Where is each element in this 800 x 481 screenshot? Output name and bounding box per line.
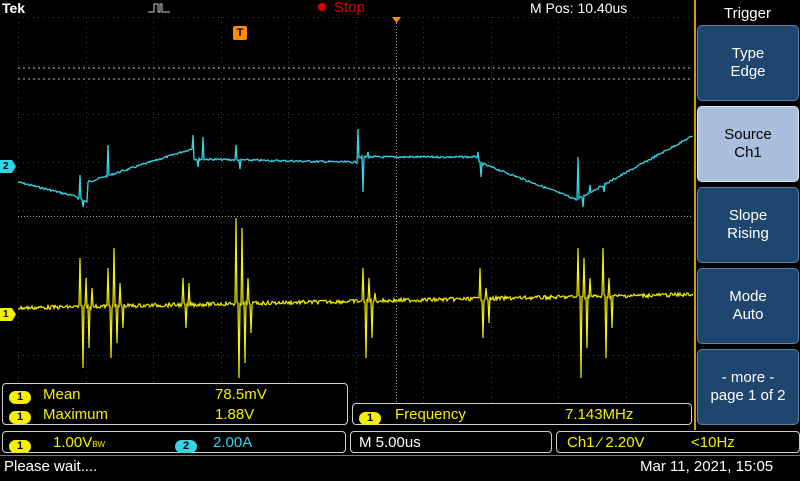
frequency-value: 7.143MHz [565,406,634,423]
ch2-badge: 2 [175,440,197,453]
trigger-readout-panel[interactable]: Ch1 ⁄ 2.20V <10Hz [556,431,800,453]
button-label: Slope [728,207,768,224]
button-value: Ch1 [734,144,762,161]
bandwidth-limit: BW [92,440,106,449]
frequency-label: Frequency [395,406,466,423]
maximum-label: Maximum [43,406,109,423]
trigger-slope-button[interactable]: Slope Rising [697,187,799,263]
button-label: - more - [721,369,775,386]
trigger-frequency: <10Hz [691,434,735,451]
ch1-badge: 1 [359,412,381,425]
brand-logo: Tek [2,0,26,16]
ch1-badge: 1 [9,440,31,453]
maximum-value: 1.88V [215,406,255,423]
measurement-row-mean: 1 [9,387,31,405]
timebase-panel[interactable]: M 5.00us [350,431,552,453]
ch2-level-marker[interactable]: 2 [0,160,16,173]
trigger-type-button[interactable]: Type Edge [697,25,799,101]
button-label: Mode [729,288,767,305]
button-value: page 1 of 2 [710,387,786,404]
date-time: Mar 11, 2021, 15:05 [640,458,774,475]
waveform-display[interactable] [18,17,693,403]
button-value: Edge [730,63,766,80]
trigger-source-button[interactable]: Source Ch1 [697,106,799,182]
trigger-level: Ch1 ⁄ 2.20V [567,434,645,451]
button-value: Auto [732,306,764,323]
ch1-badge: 1 [9,391,31,404]
status-message: Please wait.... [4,458,98,475]
menu-title: Trigger [697,2,798,24]
measurement-panel[interactable]: 1 Mean 78.5mV 1 Maximum 1.88V [2,383,348,425]
horizontal-position: M Pos: 10.40us [530,0,628,16]
ch1-scale: 1.00VBW [53,434,106,451]
stop-indicator-icon [318,3,326,11]
button-label: Type [731,45,765,62]
frequency-measurement[interactable]: 1 Frequency 7.143MHz [352,403,692,425]
mean-value: 78.5mV [215,386,267,403]
button-label: Source [724,126,772,143]
more-button[interactable]: - more - page 1 of 2 [697,349,799,425]
trigger-marker-icon: T [233,26,247,40]
trigger-mode-button[interactable]: Mode Auto [697,268,799,344]
timebase: M 5.00us [359,434,421,451]
button-value: Rising [727,225,769,242]
ch1-level-marker[interactable]: 1 [0,308,16,321]
run-state[interactable]: Stop [334,0,365,16]
ch2-scale: 2.00A [213,434,253,451]
vertical-scale-panel[interactable]: 1 1.00VBW 2 2.00A [2,431,346,453]
mean-label: Mean [43,386,81,403]
acquisition-pulse-icon [148,3,170,13]
ch1-badge: 1 [9,411,31,424]
status-bar: Please wait.... Mar 11, 2021, 15:05 [0,455,800,481]
